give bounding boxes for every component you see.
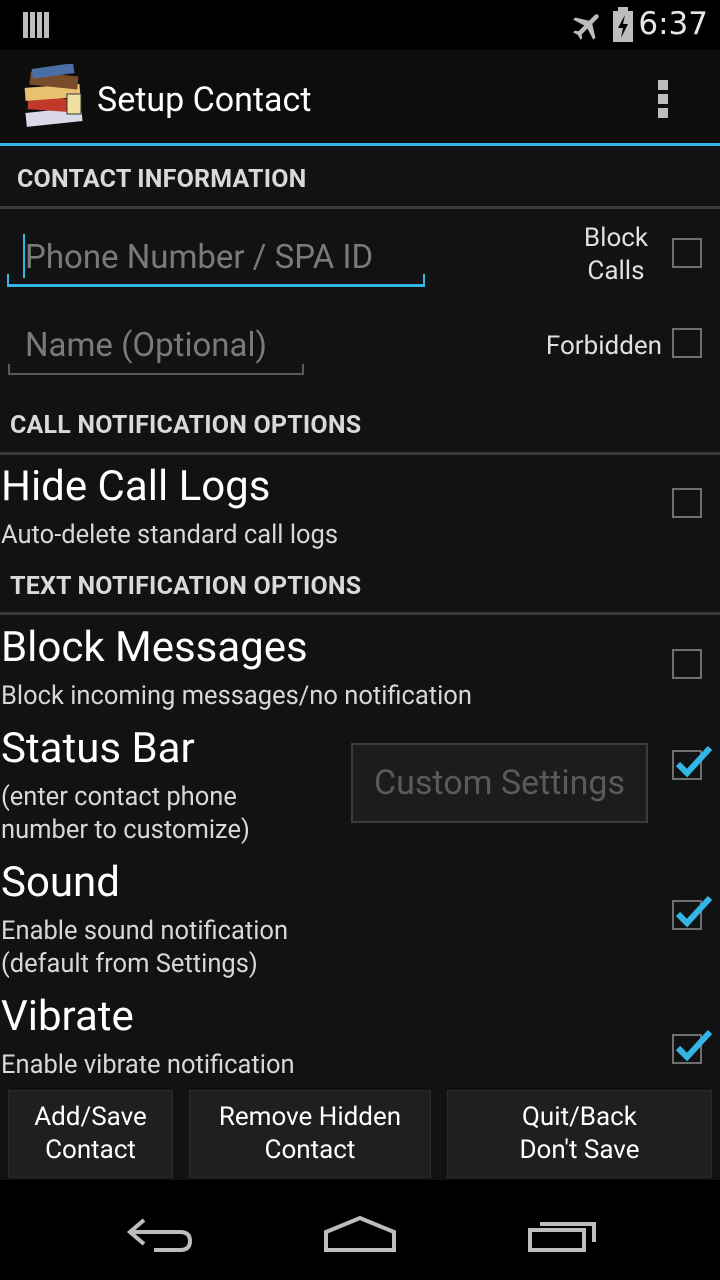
section-divider — [0, 452, 720, 455]
block-calls-checkbox[interactable] — [672, 238, 702, 268]
recent-apps-icon[interactable] — [526, 1216, 598, 1254]
block-calls-label: Block Calls — [583, 223, 649, 286]
action-bar-divider — [0, 143, 720, 146]
quit-back-button[interactable]: Quit/Back Don't Save — [447, 1090, 712, 1178]
vibrate-checkbox[interactable] — [672, 1029, 713, 1074]
phone-number-input[interactable]: Phone Number / SPA ID — [7, 230, 425, 290]
status-bar-option-title: Status Bar — [1, 724, 195, 773]
vibrate-option-subtitle: Enable vibrate notification — [1, 1050, 295, 1080]
block-messages-checkbox[interactable] — [672, 649, 702, 679]
clock: 6:37 — [638, 6, 708, 42]
custom-settings-button[interactable]: Custom Settings — [351, 743, 648, 823]
name-input[interactable]: Name (Optional) — [8, 320, 304, 378]
add-save-contact-button[interactable]: Add/Save Contact — [8, 1090, 173, 1178]
vibrate-option-title: Vibrate — [1, 992, 134, 1041]
checkmark-icon — [675, 1029, 713, 1062]
sound-option-title: Sound — [1, 858, 120, 907]
back-icon[interactable] — [124, 1214, 196, 1254]
airplane-mode-icon — [573, 14, 599, 40]
app-logo-icon — [24, 64, 83, 127]
checkmark-icon — [675, 895, 713, 928]
name-placeholder: Name (Optional) — [25, 326, 267, 365]
home-icon[interactable] — [322, 1214, 398, 1254]
section-header-text-notification: TEXT NOTIFICATION OPTIONS — [10, 572, 362, 601]
remove-hidden-contact-button[interactable]: Remove Hidden Contact — [189, 1090, 431, 1178]
section-header-contact-information: CONTACT INFORMATION — [17, 165, 307, 194]
overflow-menu-icon[interactable] — [652, 78, 674, 120]
page-title: Setup Contact — [97, 80, 312, 120]
navigation-bar — [0, 1180, 720, 1280]
phone-number-placeholder: Phone Number / SPA ID — [25, 238, 374, 277]
section-divider — [0, 206, 720, 209]
status-bar-option-subtitle: (enter contact phone number to customize… — [1, 782, 250, 845]
hide-call-logs-subtitle: Auto-delete standard call logs — [1, 520, 339, 550]
section-header-call-notification: CALL NOTIFICATION OPTIONS — [10, 411, 362, 440]
section-divider — [0, 612, 720, 615]
block-messages-subtitle: Block incoming messages/no notification — [1, 681, 472, 711]
sound-option-subtitle: Enable sound notification (default from … — [1, 916, 289, 979]
sound-checkbox[interactable] — [672, 895, 713, 940]
forbidden-label: Forbidden — [545, 331, 662, 361]
block-messages-title: Block Messages — [1, 623, 308, 672]
status-bar: 6:37 — [0, 0, 720, 50]
battery-charging-icon — [613, 7, 633, 42]
storage-icon — [23, 12, 49, 38]
hide-call-logs-title: Hide Call Logs — [1, 462, 271, 511]
hide-call-logs-checkbox[interactable] — [672, 488, 702, 518]
checkmark-icon — [675, 745, 713, 778]
status-bar-checkbox[interactable] — [672, 745, 713, 790]
forbidden-checkbox[interactable] — [672, 328, 702, 358]
